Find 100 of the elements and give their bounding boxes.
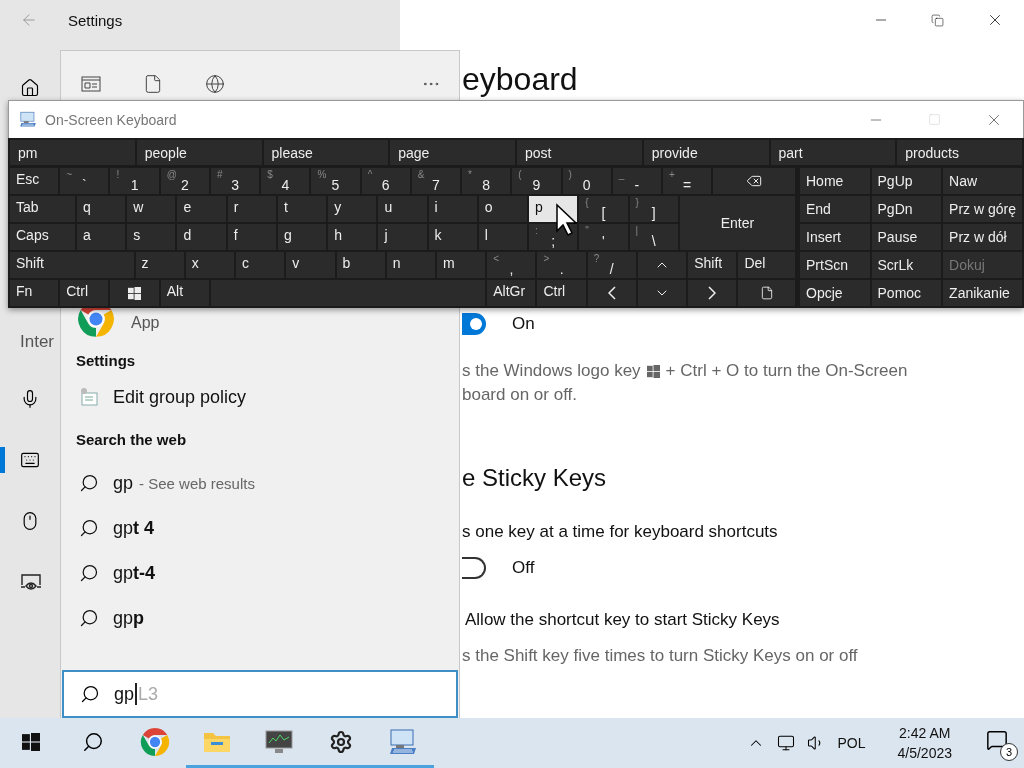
key[interactable]: z: [135, 252, 184, 278]
key[interactable]: Prz w dół: [943, 224, 1022, 250]
key[interactable]: c: [236, 252, 285, 278]
key[interactable]: v: [286, 252, 335, 278]
key[interactable]: j: [378, 224, 427, 250]
key[interactable]: End: [800, 196, 870, 222]
document-icon[interactable]: [143, 73, 163, 94]
key[interactable]: f: [227, 224, 276, 250]
key[interactable]: { [: [579, 196, 628, 222]
restore-icon[interactable]: [931, 13, 944, 27]
key[interactable]: Zanikanie: [943, 280, 1022, 306]
key[interactable]: [587, 280, 636, 306]
key[interactable]: ) 0: [562, 168, 611, 194]
key[interactable]: Esc: [10, 168, 59, 194]
key[interactable]: Pause: [871, 224, 942, 250]
key[interactable]: Caps: [10, 224, 75, 250]
key[interactable]: Alt: [160, 280, 209, 306]
key[interactable]: ( 9: [512, 168, 561, 194]
key[interactable]: : ;: [529, 224, 578, 250]
key[interactable]: PrtScn: [800, 252, 870, 278]
key[interactable]: h: [328, 224, 377, 250]
word-suggestion[interactable]: products: [897, 140, 1022, 165]
word-suggestion[interactable]: part: [770, 140, 896, 165]
key[interactable]: ! 1: [110, 168, 159, 194]
key[interactable]: Ctrl: [537, 280, 586, 306]
key[interactable]: $ 4: [261, 168, 310, 194]
word-suggestion[interactable]: post: [517, 140, 642, 165]
key[interactable]: ~ `: [60, 168, 109, 194]
globe-icon[interactable]: [205, 73, 225, 94]
key[interactable]: PgDn: [871, 196, 942, 222]
key[interactable]: q: [76, 196, 126, 222]
key[interactable]: Ctrl: [60, 280, 109, 306]
result-item[interactable]: Edit group policy: [61, 381, 459, 413]
notification-icon[interactable]: [986, 729, 1008, 751]
home-icon[interactable]: [20, 78, 40, 98]
key[interactable]: + =: [663, 168, 712, 194]
word-suggestion[interactable]: provide: [643, 140, 769, 165]
key[interactable]: ? /: [587, 252, 636, 278]
web-result[interactable]: gpt-4: [61, 557, 459, 589]
key[interactable]: Prz w górę: [943, 196, 1022, 222]
key[interactable]: Fn: [10, 280, 59, 306]
key[interactable]: o: [478, 196, 528, 222]
word-suggestion[interactable]: people: [136, 140, 262, 165]
key[interactable]: d: [177, 224, 226, 250]
key[interactable]: * 8: [462, 168, 511, 194]
key[interactable]: % 5: [311, 168, 360, 194]
key[interactable]: Tab: [10, 196, 75, 222]
key[interactable]: } ]: [629, 196, 678, 222]
key[interactable]: n: [386, 252, 435, 278]
key[interactable]: Naw: [943, 168, 1022, 194]
key[interactable]: y: [328, 196, 377, 222]
key[interactable]: l: [478, 224, 528, 250]
key[interactable]: Shift: [10, 252, 134, 278]
word-suggestion[interactable]: page: [390, 140, 515, 165]
toggle-switch[interactable]: [462, 313, 486, 335]
key[interactable]: r: [227, 196, 276, 222]
web-result[interactable]: gpt 4: [61, 512, 459, 544]
key[interactable]: ^ 6: [361, 168, 410, 194]
key[interactable]: PgUp: [871, 168, 942, 194]
key[interactable]: @ 2: [160, 168, 209, 194]
key[interactable]: [110, 280, 159, 306]
language-indicator[interactable]: POL: [837, 735, 866, 751]
key[interactable]: AltGr: [487, 280, 536, 306]
layout-icon[interactable]: [81, 75, 101, 92]
key[interactable]: " ': [579, 224, 628, 250]
key[interactable]: # 3: [210, 168, 260, 194]
key[interactable]: w: [127, 196, 176, 222]
key[interactable]: Pomoc: [871, 280, 942, 306]
key[interactable]: Insert: [800, 224, 870, 250]
key[interactable]: ScrLk: [871, 252, 942, 278]
key[interactable]: > .: [537, 252, 586, 278]
key[interactable]: b: [336, 252, 385, 278]
key[interactable]: | \: [629, 224, 678, 250]
word-suggestion[interactable]: please: [263, 140, 389, 165]
key[interactable]: & 7: [411, 168, 461, 194]
key[interactable]: e: [177, 196, 226, 222]
key[interactable]: [688, 280, 737, 306]
key[interactable]: t: [277, 196, 327, 222]
key[interactable]: Shift: [688, 252, 737, 278]
key[interactable]: u: [378, 196, 427, 222]
key[interactable]: a: [76, 224, 126, 250]
web-result[interactable]: gp - See web results: [61, 467, 459, 499]
key[interactable]: Opcje: [800, 280, 870, 306]
key[interactable]: [738, 280, 795, 306]
key[interactable]: s: [127, 224, 176, 250]
key[interactable]: Enter: [679, 196, 795, 250]
web-result[interactable]: gpp: [61, 602, 459, 634]
key[interactable]: < ,: [487, 252, 536, 278]
word-suggestion[interactable]: pm: [10, 140, 135, 165]
key[interactable]: _ -: [612, 168, 662, 194]
clock[interactable]: 2:42 AM 4/5/2023: [897, 723, 952, 763]
search-field[interactable]: gp L3: [62, 670, 458, 718]
key[interactable]: k: [428, 224, 477, 250]
key[interactable]: m: [437, 252, 486, 278]
network-icon[interactable]: [777, 734, 796, 752]
key[interactable]: Del: [738, 252, 795, 278]
key[interactable]: g: [277, 224, 327, 250]
key[interactable]: x: [185, 252, 235, 278]
toggle-switch[interactable]: [462, 557, 486, 579]
key[interactable]: Home: [800, 168, 870, 194]
